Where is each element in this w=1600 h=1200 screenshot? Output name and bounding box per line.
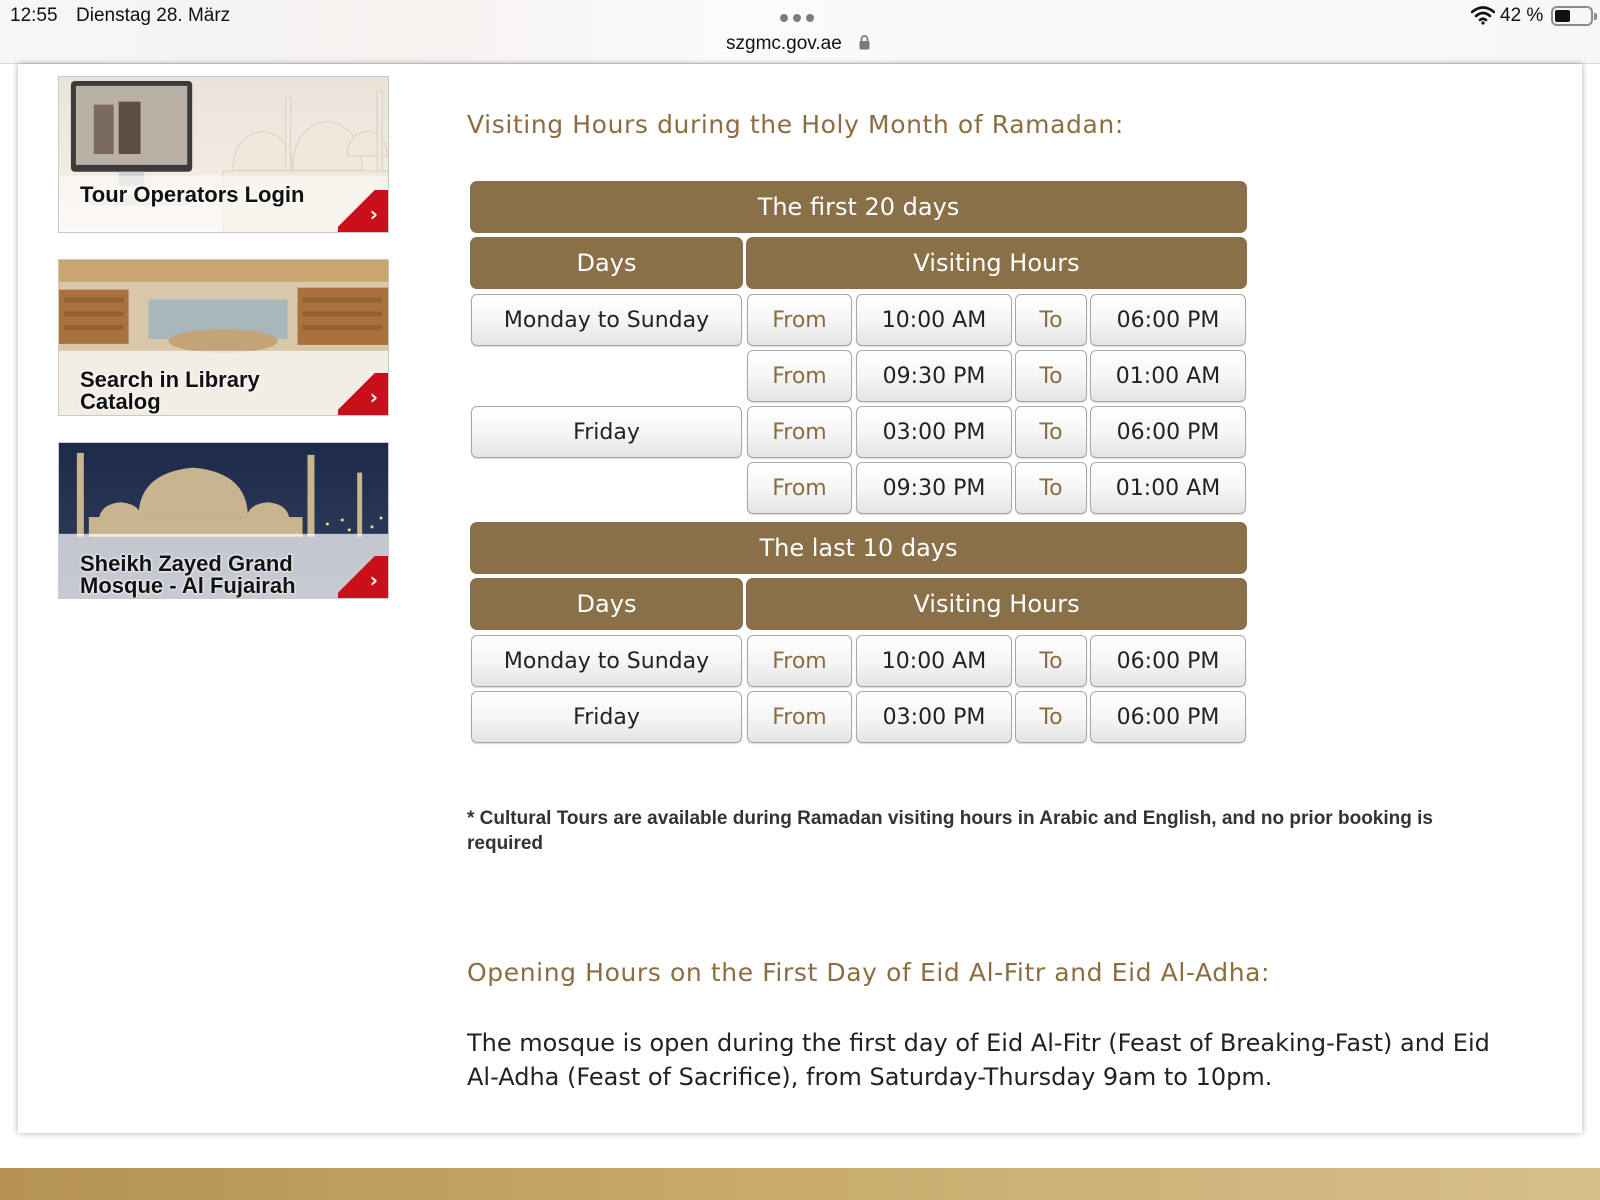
from-label: From — [747, 462, 852, 514]
from-time: 09:30 PM — [856, 350, 1012, 402]
battery-percent: 42 % — [1500, 5, 1544, 26]
eid-heading: Opening Hours on the First Day of Eid Al… — [467, 958, 1271, 987]
chevron-right-icon[interactable]: › — [338, 373, 388, 415]
more-dots-icon[interactable] — [780, 14, 816, 22]
to-label: To — [1015, 294, 1087, 346]
tour-operators-login-tile[interactable]: Tour Operators Login › — [58, 76, 389, 233]
library-catalog-tile[interactable]: Search in Library Catalog › — [58, 259, 389, 416]
to-label: To — [1015, 350, 1087, 402]
footer-band — [0, 1168, 1600, 1200]
wifi-icon — [1471, 6, 1495, 25]
to-time: 06:00 PM — [1090, 406, 1246, 458]
block-title-first-20: The first 20 days — [470, 181, 1247, 233]
column-header-visiting-hours: Visiting Hours — [746, 237, 1247, 289]
tile-label: Sheikh Zayed Grand Mosque - Al Fujairah — [80, 551, 296, 598]
to-time: 01:00 AM — [1090, 462, 1246, 514]
tile-label: Tour Operators Login — [80, 182, 305, 207]
day-cell: Friday — [471, 691, 742, 743]
column-header-days: Days — [470, 578, 743, 630]
lock-icon — [859, 35, 870, 50]
eid-description: The mosque is open during the first day … — [467, 1029, 1490, 1091]
tile-label: Search in Library Catalog — [80, 367, 260, 414]
from-time: 10:00 AM — [856, 635, 1012, 687]
chevron-right-icon[interactable]: › — [338, 556, 388, 598]
from-time: 10:00 AM — [856, 294, 1012, 346]
to-time: 06:00 PM — [1090, 691, 1246, 743]
day-cell: Friday — [471, 406, 742, 458]
from-label: From — [747, 350, 852, 402]
from-time: 03:00 PM — [856, 406, 1012, 458]
chevron-right-icon[interactable]: › — [338, 190, 388, 232]
ramadan-heading: Visiting Hours during the Holy Month of … — [467, 110, 1124, 139]
to-time: 06:00 PM — [1090, 294, 1246, 346]
from-label: From — [747, 635, 852, 687]
fujairah-mosque-tile[interactable]: Sheikh Zayed Grand Mosque - Al Fujairah … — [58, 442, 389, 599]
to-label: To — [1015, 406, 1087, 458]
from-label: From — [747, 691, 852, 743]
from-time: 03:00 PM — [856, 691, 1012, 743]
column-header-visiting-hours: Visiting Hours — [746, 578, 1247, 630]
to-label: To — [1015, 635, 1087, 687]
column-header-days: Days — [470, 237, 743, 289]
block-title-last-10: The last 10 days — [470, 522, 1247, 574]
from-time: 09:30 PM — [856, 462, 1012, 514]
to-time: 01:00 AM — [1090, 350, 1246, 402]
cultural-tours-note: * Cultural Tours are available during Ra… — [467, 808, 1433, 854]
to-time: 06:00 PM — [1090, 635, 1246, 687]
day-cell: Monday to Sunday — [471, 635, 742, 687]
battery-icon — [1551, 6, 1597, 26]
from-label: From — [747, 294, 852, 346]
status-time: 12:55 — [10, 5, 58, 26]
status-date: Dienstag 28. März — [76, 5, 231, 26]
address-url[interactable]: szgmc.gov.ae — [726, 33, 842, 55]
from-label: From — [747, 406, 852, 458]
day-cell: Monday to Sunday — [471, 294, 742, 346]
to-label: To — [1015, 462, 1087, 514]
to-label: To — [1015, 691, 1087, 743]
status-bar: 12:55 Dienstag 28. März szgmc.gov.ae 42 … — [0, 0, 1600, 64]
